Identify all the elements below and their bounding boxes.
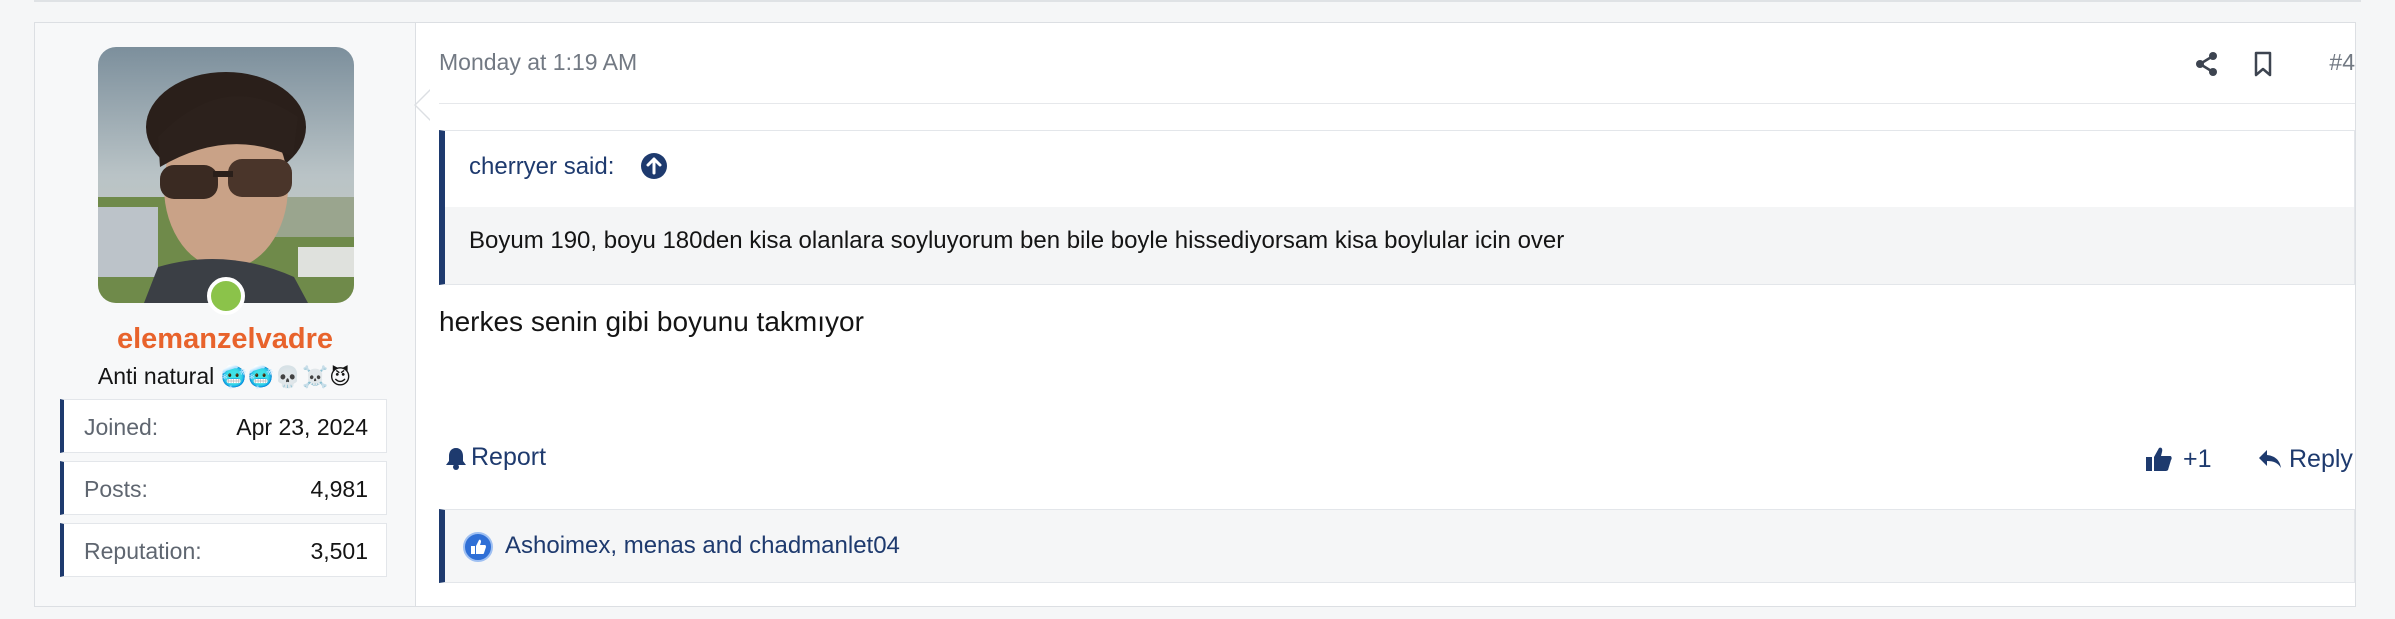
stat-value[interactable]: 4,981 xyxy=(310,476,368,503)
quote-block: cherryer said: Boyum 190, boyu 180den ki… xyxy=(439,130,2355,285)
avatar[interactable] xyxy=(98,47,354,303)
reply-label: Reply xyxy=(2289,445,2353,473)
forum-post: elemanzelvadre Anti natural 🥶🥶💀☠️😈 Joine… xyxy=(34,22,2356,607)
username-link[interactable]: elemanzelvadre xyxy=(35,323,415,356)
user-title-emojis: 🥶🥶💀☠️😈 xyxy=(220,366,353,389)
stat-joined: Joined: Apr 23, 2024 xyxy=(60,399,387,453)
reactions-users-link[interactable]: Ashoimex, menas and chadmanlet04 xyxy=(505,532,900,560)
reply-icon xyxy=(2257,447,2283,478)
stat-value: 3,501 xyxy=(310,538,368,564)
like-count: +1 xyxy=(2183,445,2212,473)
post-number-link[interactable]: #4 xyxy=(2329,49,2355,76)
report-label: Report xyxy=(471,443,547,471)
header-divider xyxy=(439,103,2355,104)
like-reaction-icon xyxy=(463,532,493,562)
post-message: herkes senin gibi boyunu takmıyor xyxy=(439,306,864,337)
stat-label: Joined: xyxy=(84,414,159,440)
user-title-text: Anti natural xyxy=(97,363,215,389)
bookmark-icon[interactable] xyxy=(2253,51,2273,82)
reply-button[interactable]: Reply xyxy=(2257,443,2355,477)
up-arrow-icon[interactable] xyxy=(641,153,667,179)
post-date-link[interactable]: Monday at 1:19 AM xyxy=(439,49,637,76)
share-icon[interactable] xyxy=(2195,51,2219,82)
bell-icon xyxy=(445,446,467,477)
quote-text: Boyum 190, boyu 180den kisa olanlara soy… xyxy=(469,227,1565,254)
stat-posts: Posts: 4,981 xyxy=(60,461,387,515)
stat-reputation: Reputation: 3,501 xyxy=(60,523,387,577)
like-button[interactable]: +1 xyxy=(2145,443,2219,477)
quote-body: Boyum 190, boyu 180den kisa olanlara soy… xyxy=(445,207,2354,284)
post-main: Monday at 1:19 AM #4 cherryer said: Boyu… xyxy=(439,23,2355,606)
stat-value: Apr 23, 2024 xyxy=(236,414,368,440)
stat-label: Posts: xyxy=(84,476,148,502)
post-header-actions: #4 xyxy=(2195,43,2355,83)
online-status-indicator xyxy=(207,277,245,315)
user-sidebar: elemanzelvadre Anti natural 🥶🥶💀☠️😈 Joine… xyxy=(35,23,416,606)
top-divider xyxy=(34,0,2361,2)
stat-label: Reputation: xyxy=(84,538,202,564)
thumbs-up-icon xyxy=(2145,445,2173,480)
quote-author-link[interactable]: cherryer said: xyxy=(469,153,614,181)
sidebar-pointer-inner xyxy=(416,90,431,120)
reactions-bar: Ashoimex, menas and chadmanlet04 xyxy=(439,509,2355,583)
user-title: Anti natural 🥶🥶💀☠️😈 xyxy=(35,363,415,390)
